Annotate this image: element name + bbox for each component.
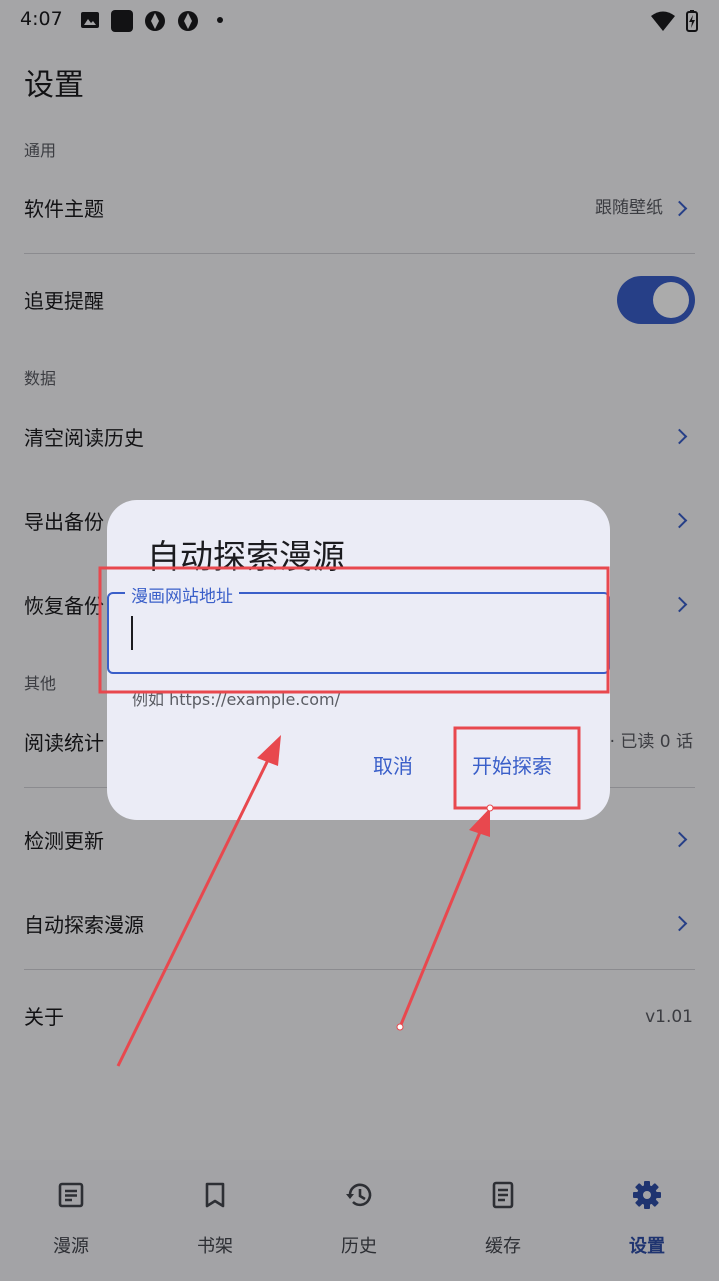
cancel-button[interactable]: 取消 [373, 750, 413, 779]
field-label: 漫画网站地址 [125, 582, 239, 607]
dialog-title: 自动探索漫源 [147, 537, 345, 576]
text-cursor [131, 616, 133, 650]
website-url-input[interactable] [141, 612, 581, 652]
field-helper-text: 例如 https://example.com/ [132, 690, 340, 709]
start-explore-button[interactable]: 开始探索 [472, 750, 552, 779]
auto-explore-dialog: 自动探索漫源 漫画网站地址 例如 https://example.com/ 取消… [107, 500, 610, 820]
